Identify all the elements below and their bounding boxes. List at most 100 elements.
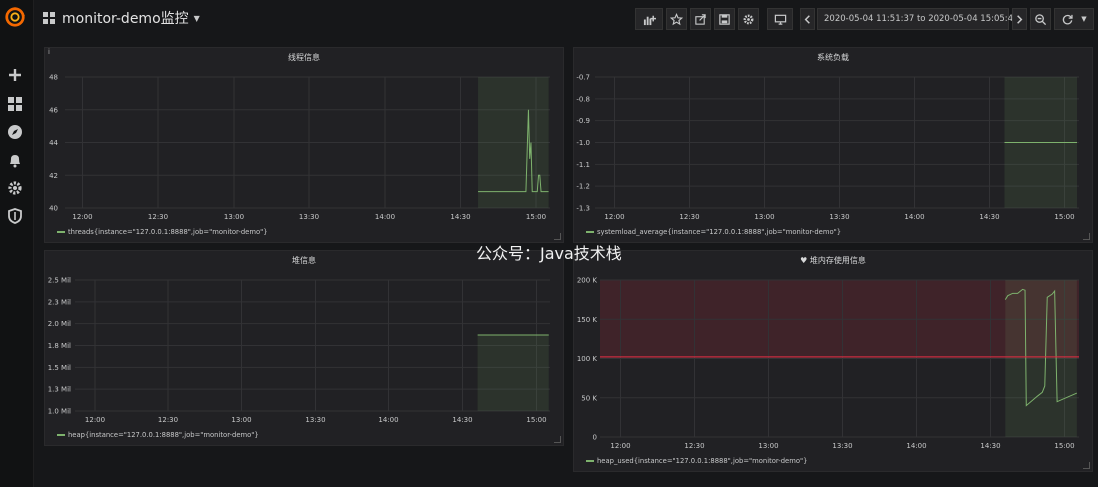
y-tick-label: 44 <box>49 139 58 147</box>
resize-handle[interactable] <box>554 436 561 443</box>
dashboard-picker[interactable]: monitor-demo监控 ▼ <box>43 8 200 28</box>
dashboard-grid-icon <box>43 12 55 24</box>
time-back-button[interactable] <box>800 8 815 30</box>
chevron-right-icon <box>1017 14 1023 24</box>
grafana-logo-icon[interactable] <box>4 6 26 28</box>
legend-color-swatch <box>586 460 594 462</box>
x-tick-label: 15:00 <box>526 416 546 424</box>
x-tick-label: 13:30 <box>299 213 319 221</box>
y-tick-label: 2.3 Mil <box>48 298 71 306</box>
legend-label: heap{instance="127.0.0.1:8888",job="moni… <box>68 431 259 439</box>
chevron-left-icon <box>804 14 810 24</box>
shield-icon[interactable] <box>6 207 24 225</box>
resize-handle[interactable] <box>1083 233 1090 240</box>
x-tick-label: 12:00 <box>72 213 92 221</box>
y-tick-label: 0 <box>593 434 597 442</box>
x-tick-label: 13:00 <box>754 213 774 221</box>
resize-handle[interactable] <box>1083 462 1090 469</box>
watermark-text: 公众号：Java技术栈 <box>476 244 622 263</box>
x-tick-label: 13:00 <box>224 213 244 221</box>
x-tick-label: 13:00 <box>231 416 251 424</box>
x-tick-label: 13:00 <box>758 442 778 450</box>
bell-icon[interactable] <box>6 151 24 169</box>
share-icon <box>695 13 706 25</box>
x-tick-label: 14:30 <box>980 442 1000 450</box>
legend-item[interactable]: heap_used{instance="127.0.0.1:8888",job=… <box>586 457 807 465</box>
y-tick-label: 2.5 Mil <box>48 277 71 285</box>
monitor-icon <box>774 14 786 25</box>
system-load-graph[interactable]: -0.7 -0.8 -0.9 -1.0 -1.1 -1.2 -1.3 12:00 12:30 13… <box>574 48 1092 242</box>
x-tick-label: 15:00 <box>1054 213 1074 221</box>
y-tick-label: 1.5 Mil <box>48 364 71 372</box>
panel-heap[interactable]: 堆信息 2.5 Mil 2.3 Mil 2.0 Mil 1.8 Mil 1.5 Mil 1… <box>44 250 564 446</box>
y-tick-label: 40 <box>49 205 58 213</box>
gear-icon[interactable] <box>6 179 24 197</box>
x-tick-label: 15:00 <box>526 213 546 221</box>
save-icon <box>719 13 730 25</box>
dashboards-icon[interactable] <box>6 95 24 113</box>
plus-icon[interactable] <box>6 66 24 84</box>
x-tick-label: 14:30 <box>450 213 470 221</box>
top-navbar: monitor-demo监控 ▼ 2020-05-04 11:51:37 to … <box>34 0 1098 40</box>
caret-down-icon: ▼ <box>193 13 200 23</box>
y-tick-label: 150 K <box>577 316 598 324</box>
legend-item[interactable]: heap{instance="127.0.0.1:8888",job="moni… <box>57 431 259 439</box>
star-button[interactable] <box>666 8 687 30</box>
panel-threads[interactable]: i 线程信息 48 46 44 42 40 12:00 12:30 13:00 13:30 14:… <box>44 47 564 243</box>
x-tick-label: 15:00 <box>1054 442 1074 450</box>
cycle-view-mode-button[interactable] <box>767 8 793 30</box>
y-tick-label: -0.9 <box>576 117 590 125</box>
heap-graph[interactable]: 2.5 Mil 2.3 Mil 2.0 Mil 1.8 Mil 1.5 Mil 1.3 M… <box>45 251 563 445</box>
x-tick-label: 12:00 <box>85 416 105 424</box>
x-tick-label: 12:30 <box>684 442 704 450</box>
x-tick-label: 12:30 <box>148 213 168 221</box>
data-range-shade <box>1005 280 1077 437</box>
share-button[interactable] <box>690 8 711 30</box>
resize-handle[interactable] <box>554 233 561 240</box>
y-tick-label: -1.1 <box>576 161 590 169</box>
y-tick-label: -1.2 <box>576 183 590 191</box>
panel-system-load[interactable]: 系统负载 -0.7 -0.8 -0.9 -1.0 -1.1 -1.2 -1.3 12:00 12… <box>573 47 1093 243</box>
y-tick-label: 1.0 Mil <box>48 408 71 416</box>
refresh-icon <box>1063 14 1073 24</box>
panel-heap-used[interactable]: ♥ 堆内存使用信息 200 K 150 K 100 K 50 K 0 12:00 12:30… <box>573 250 1093 472</box>
legend-color-swatch <box>57 231 65 233</box>
legend-item[interactable]: threads{instance="127.0.0.1:8888",job="m… <box>57 228 268 236</box>
x-tick-label: 12:00 <box>604 213 624 221</box>
x-tick-label: 14:00 <box>378 416 398 424</box>
x-tick-label: 14:00 <box>904 213 924 221</box>
legend-label: threads{instance="127.0.0.1:8888",job="m… <box>68 228 268 236</box>
x-tick-label: 14:00 <box>906 442 926 450</box>
legend-label: systemload_average{instance="127.0.0.1:8… <box>597 228 842 236</box>
heap-used-graph[interactable]: 200 K 150 K 100 K 50 K 0 12:00 12:30 13:00 13:30… <box>574 251 1092 471</box>
refresh-button[interactable]: ▼ <box>1054 8 1094 30</box>
dashboard-title: monitor-demo监控 <box>62 11 189 27</box>
y-tick-label: -0.8 <box>576 95 590 103</box>
y-tick-label: -0.7 <box>576 74 590 82</box>
y-tick-label: 1.8 Mil <box>48 342 71 350</box>
x-tick-label: 14:30 <box>979 213 999 221</box>
time-range-picker[interactable]: 2020-05-04 11:51:37 to 2020-05-04 15:05:… <box>817 8 1027 30</box>
threads-graph[interactable]: 48 46 44 42 40 12:00 12:30 13:00 13:30 14:00 14:30… <box>45 48 563 242</box>
x-tick-label: 12:30 <box>158 416 178 424</box>
time-forward-button[interactable] <box>1012 8 1027 30</box>
zoom-out-icon <box>1035 13 1047 25</box>
legend-color-swatch <box>57 434 65 436</box>
y-tick-label: 46 <box>49 106 58 114</box>
explore-compass-icon[interactable] <box>6 123 24 141</box>
y-tick-label: 1.3 Mil <box>48 386 71 394</box>
x-tick-label: 14:00 <box>375 213 395 221</box>
zoom-out-button[interactable] <box>1030 8 1051 30</box>
save-button[interactable] <box>714 8 735 30</box>
legend-item[interactable]: systemload_average{instance="127.0.0.1:8… <box>586 228 841 236</box>
y-tick-label: 50 K <box>581 394 597 402</box>
add-panel-button[interactable] <box>635 8 663 30</box>
time-range-text: 2020-05-04 11:51:37 to 2020-05-04 15:05:… <box>824 14 1019 24</box>
y-tick-label: 48 <box>49 74 58 82</box>
y-tick-label: -1.3 <box>576 205 590 213</box>
star-icon <box>670 12 683 25</box>
y-tick-label: -1.0 <box>576 139 590 147</box>
y-tick-label: 2.0 Mil <box>48 320 71 328</box>
settings-button[interactable] <box>738 8 759 30</box>
legend-color-swatch <box>586 231 594 233</box>
